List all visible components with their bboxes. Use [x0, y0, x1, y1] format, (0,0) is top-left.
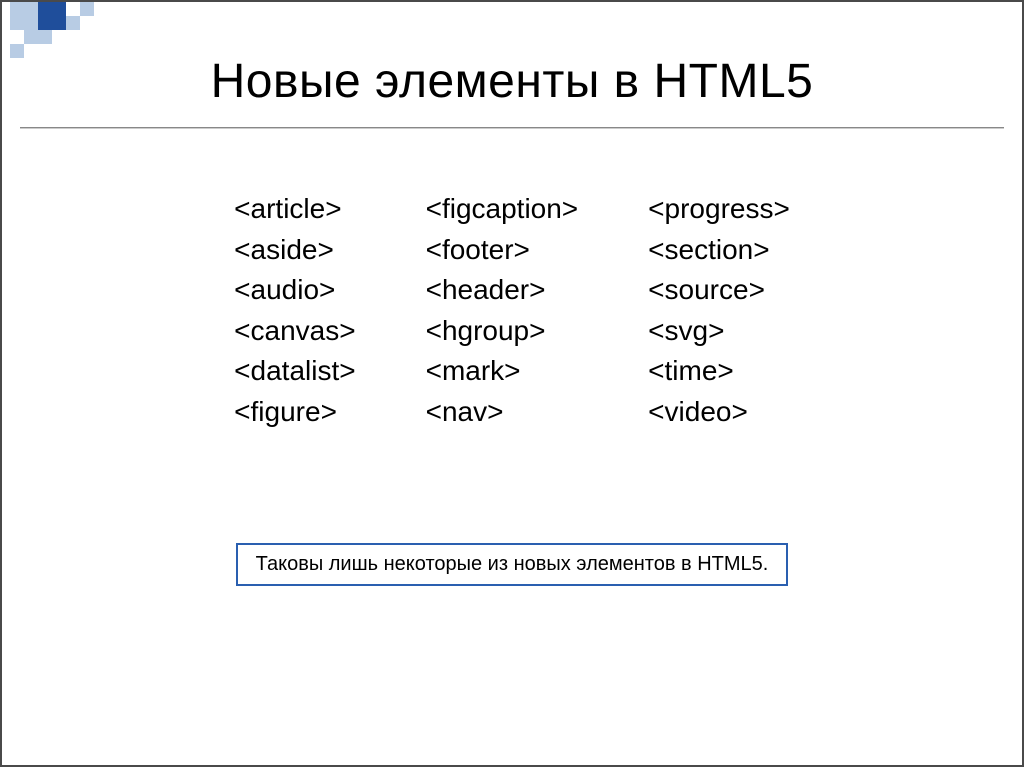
tag-item: <datalist> — [234, 351, 355, 392]
tag-item: <hgroup> — [426, 311, 579, 352]
content-area: <article> <aside> <audio> <canvas> <data… — [2, 129, 1022, 433]
tag-item: <source> — [648, 270, 790, 311]
tag-item: <time> — [648, 351, 790, 392]
columns-container: <article> <aside> <audio> <canvas> <data… — [234, 189, 790, 433]
tag-item: <svg> — [648, 311, 790, 352]
tag-item: <header> — [426, 270, 579, 311]
tag-item: <section> — [648, 230, 790, 271]
tag-item: <nav> — [426, 392, 579, 433]
tag-item: <mark> — [426, 351, 579, 392]
slide-title: Новые элементы в HTML5 — [2, 2, 1022, 127]
tag-item: <figcaption> — [426, 189, 579, 230]
tag-item: <canvas> — [234, 311, 355, 352]
slide: Новые элементы в HTML5 <article> <aside>… — [0, 0, 1024, 767]
note-box: Таковы лишь некоторые из новых элементов… — [236, 543, 789, 586]
tag-item: <article> — [234, 189, 355, 230]
column-1: <article> <aside> <audio> <canvas> <data… — [234, 189, 355, 433]
tag-item: <progress> — [648, 189, 790, 230]
tag-item: <audio> — [234, 270, 355, 311]
column-3: <progress> <section> <source> <svg> <tim… — [648, 189, 790, 433]
corner-decoration-icon — [2, 2, 152, 82]
column-2: <figcaption> <footer> <header> <hgroup> … — [426, 189, 579, 433]
tag-item: <figure> — [234, 392, 355, 433]
tag-item: <footer> — [426, 230, 579, 271]
note-container: Таковы лишь некоторые из новых элементов… — [2, 543, 1022, 586]
tag-item: <video> — [648, 392, 790, 433]
tag-item: <aside> — [234, 230, 355, 271]
